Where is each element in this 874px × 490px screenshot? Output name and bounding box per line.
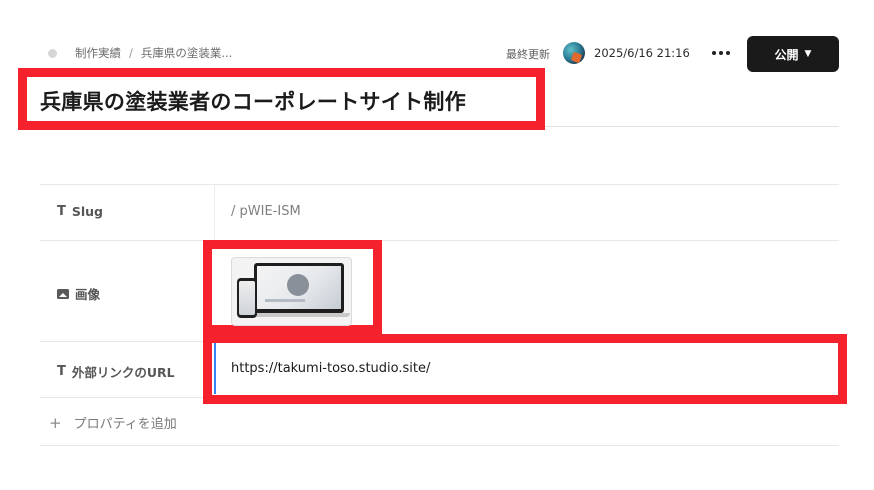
breadcrumb-parent[interactable]: 制作実績 — [75, 46, 121, 60]
laptop-mockup — [254, 263, 344, 313]
property-label-image: 画像 — [57, 284, 100, 303]
image-icon — [57, 288, 69, 299]
table-divider — [40, 240, 839, 241]
add-property-button[interactable]: + プロパティを追加 — [49, 413, 177, 433]
breadcrumb-separator: / — [129, 46, 133, 60]
plus-icon: + — [49, 413, 62, 432]
property-name: Slug — [71, 204, 104, 219]
status-dot — [48, 49, 57, 58]
property-name: 外部リンクのURL — [71, 365, 175, 380]
image-thumbnail[interactable] — [231, 257, 352, 326]
add-property-label: プロパティを追加 — [73, 417, 177, 432]
table-divider — [40, 445, 839, 446]
input-focus-accent — [214, 343, 216, 394]
text-type-icon: T — [57, 204, 66, 219]
property-name: 画像 — [75, 287, 101, 302]
last-updated-time: 2025/6/16 21:16 — [594, 46, 690, 60]
phone-mockup — [237, 278, 257, 318]
avatar[interactable] — [563, 42, 585, 64]
property-label-slug: T Slug — [57, 204, 103, 219]
publish-button[interactable]: 公開 ▼ — [747, 36, 839, 72]
chevron-down-icon: ▼ — [804, 49, 812, 59]
more-horizontal-icon[interactable] — [710, 43, 732, 63]
laptop-base — [248, 313, 350, 317]
external-url-input[interactable]: https://takumi-toso.studio.site/ — [231, 361, 430, 376]
title-divider — [545, 126, 839, 127]
property-label-url: T 外部リンクのURL — [57, 362, 175, 381]
slug-value[interactable]: / pWIE-ISM — [231, 204, 301, 219]
column-divider — [214, 185, 215, 240]
breadcrumb: 制作実績 / 兵庫県の塗装業... — [75, 45, 232, 61]
page-title[interactable]: 兵庫県の塗装業者のコーポレートサイト制作 — [40, 86, 466, 116]
publish-label: 公開 — [774, 47, 799, 62]
table-divider — [40, 184, 839, 185]
last-updated-label: 最終更新 — [506, 48, 550, 61]
text-type-icon: T — [57, 364, 66, 379]
breadcrumb-current: 兵庫県の塗装業... — [140, 46, 233, 60]
